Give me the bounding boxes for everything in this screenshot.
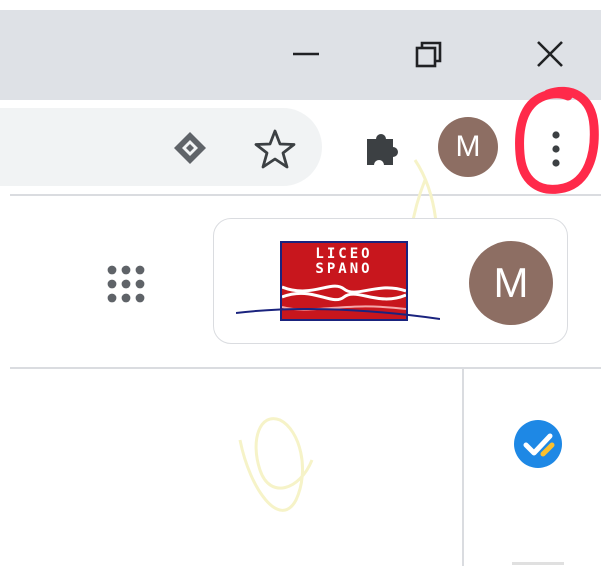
side-panel-item[interactable]	[512, 562, 564, 565]
header-divider	[10, 367, 601, 369]
avatar-initial: M	[493, 259, 529, 306]
window-top-strip	[0, 0, 601, 10]
lens-icon	[174, 132, 206, 164]
side-panel-divider	[462, 369, 464, 566]
bookmark-star-button[interactable]	[250, 124, 300, 174]
account-switcher[interactable]: LICEO SPANO M	[213, 218, 568, 344]
close-button[interactable]	[520, 24, 580, 84]
organization-logo: LICEO SPANO	[236, 239, 440, 329]
scribble-mark	[238, 417, 314, 512]
google-apps-button[interactable]	[96, 254, 156, 314]
browser-toolbar: M	[0, 100, 601, 195]
tasks-icon[interactable]	[512, 418, 564, 470]
chrome-menu-button[interactable]	[528, 118, 584, 180]
extensions-button[interactable]	[356, 124, 406, 174]
avatar: M	[469, 241, 553, 325]
google-lens-button[interactable]	[166, 124, 214, 172]
logo-text-line2: SPANO	[315, 261, 373, 277]
restore-icon	[415, 41, 442, 68]
browser-window: M LICEO SPANO M	[0, 0, 601, 566]
star-icon	[254, 129, 296, 169]
toolbar-divider	[10, 194, 601, 196]
puzzle-icon	[367, 134, 398, 165]
profile-initial: M	[455, 130, 481, 163]
minimize-button[interactable]	[276, 24, 336, 84]
restore-button[interactable]	[398, 24, 458, 84]
close-icon	[537, 41, 563, 67]
logo-underline	[236, 308, 440, 320]
minimize-icon	[293, 52, 319, 56]
three-dots-vertical-icon	[552, 131, 560, 167]
apps-grid-icon	[107, 265, 145, 303]
logo-text-line1: LICEO	[315, 246, 373, 262]
profile-button[interactable]: M	[438, 117, 498, 177]
title-bar	[0, 10, 601, 100]
